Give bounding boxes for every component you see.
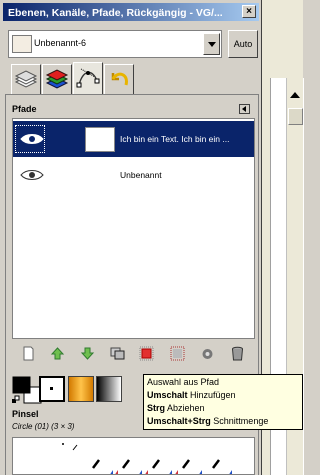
paths-icon	[76, 68, 100, 88]
path-name: Unbenannt	[120, 170, 162, 180]
tooltip-line-1: Auswahl aus Pfad	[147, 377, 220, 387]
eye-icon	[20, 134, 44, 144]
brushes-title: Pinsel	[12, 409, 39, 419]
scroll-up-icon[interactable]	[290, 92, 300, 98]
gradient-preview[interactable]	[96, 376, 122, 402]
tooltip-action-subtract: Abziehen	[167, 403, 205, 413]
auto-button[interactable]: Auto	[228, 30, 258, 58]
undo-icon	[111, 72, 128, 86]
chevron-left-icon	[242, 106, 246, 112]
tooltip-line-3: Strg Abziehen	[147, 402, 299, 415]
path-row[interactable]: Ich bin ein Text. Ich bin ein ...	[13, 121, 254, 157]
pattern-preview[interactable]	[68, 376, 94, 402]
selection-to-path-icon[interactable]	[169, 345, 186, 362]
layers-icon	[14, 70, 38, 88]
lower-path-icon[interactable]	[79, 345, 96, 362]
tooltip: Auswahl aus Pfad Umschalt Hinzufügen Str…	[143, 374, 303, 430]
image-selector[interactable]: Unbenannt-6	[8, 30, 222, 58]
raise-path-icon[interactable]	[49, 345, 66, 362]
tab-undo[interactable]	[104, 64, 134, 94]
paint-along-path-icon[interactable]	[199, 345, 216, 362]
delete-path-icon[interactable]	[229, 345, 246, 362]
close-button[interactable]: ×	[242, 5, 256, 18]
path-thumbnail	[85, 127, 115, 152]
tooltip-key-shift-ctrl: Umschalt+Strg	[147, 416, 211, 426]
tooltip-key-shift: Umschalt	[147, 390, 188, 400]
image-thumbnail	[12, 35, 32, 53]
paths-list[interactable]: Ich bin ein Text. Ich bin ein ... Unbena…	[12, 118, 255, 339]
scroll-thumb[interactable]	[288, 108, 303, 125]
panel-title: Pfade	[12, 104, 37, 114]
tooltip-action-add: Hinzufügen	[190, 390, 236, 400]
chevron-down-icon	[208, 42, 216, 47]
title-bar[interactable]: Ebenen, Kanäle, Pfade, Rückgängig - VG/.…	[3, 3, 259, 21]
image-name: Unbenannt-6	[34, 38, 87, 48]
tooltip-key-ctrl: Strg	[147, 403, 165, 413]
eye-icon[interactable]	[19, 169, 45, 181]
panel-menu-button[interactable]	[239, 104, 250, 114]
brush-name: Circle (01) (3 × 3)	[12, 422, 75, 431]
new-path-icon[interactable]	[20, 345, 37, 362]
channels-icon	[45, 69, 69, 89]
tab-channels[interactable]	[42, 64, 72, 94]
brush-grid[interactable]	[12, 437, 255, 475]
tooltip-line-2: Umschalt Hinzufügen	[147, 389, 299, 402]
window-title: Ebenen, Kanäle, Pfade, Rückgängig - VG/.…	[8, 7, 223, 19]
path-to-selection-icon[interactable]	[138, 345, 155, 362]
image-dropdown-button[interactable]	[203, 33, 220, 55]
brush-thumbnails[interactable]	[13, 438, 255, 475]
tab-paths[interactable]	[73, 62, 103, 95]
tooltip-action-intersect: Schnittmenge	[213, 416, 269, 426]
path-name: Ich bin ein Text. Ich bin ein ...	[120, 134, 230, 144]
brush-preview[interactable]	[39, 376, 65, 402]
duplicate-path-icon[interactable]	[109, 345, 126, 362]
paths-toolbar	[12, 342, 255, 364]
path-row[interactable]: Unbenannt	[13, 157, 254, 193]
tooltip-line-4: Umschalt+Strg Schnittmenge	[147, 415, 299, 428]
tab-layers[interactable]	[11, 64, 41, 94]
